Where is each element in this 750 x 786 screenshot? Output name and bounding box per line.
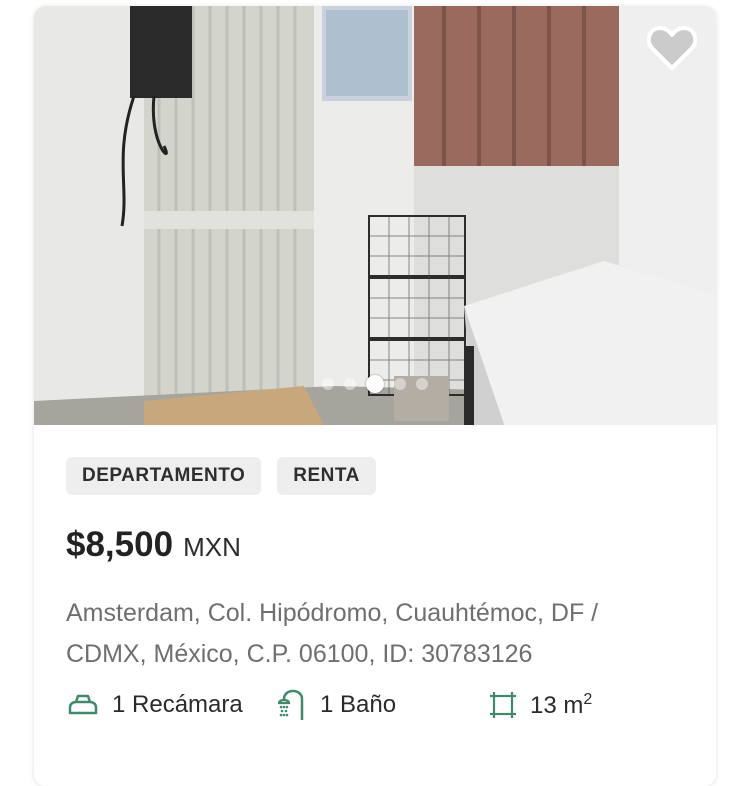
- area-icon: [488, 690, 518, 720]
- shower-icon: [278, 689, 308, 721]
- heart-icon: [646, 26, 698, 70]
- favorite-button[interactable]: [646, 22, 698, 74]
- feature-area-label: 13 m2: [530, 691, 592, 720]
- carousel-dot[interactable]: [322, 378, 334, 390]
- tag-property-type: DEPARTAMENTO: [66, 457, 262, 495]
- carousel-dot[interactable]: [416, 378, 428, 390]
- carousel-dot[interactable]: [366, 375, 384, 393]
- tag-list: DEPARTAMENTO RENTA: [66, 457, 684, 495]
- carousel-dot[interactable]: [344, 378, 356, 390]
- listing-address: Amsterdam, Col. Hipódromo, Cuauhtémoc, D…: [66, 599, 599, 668]
- carousel-dot[interactable]: [394, 378, 406, 390]
- listing-photo[interactable]: [34, 6, 716, 425]
- bed-icon: [66, 693, 100, 717]
- feature-area-exponent: 2: [583, 690, 593, 708]
- carousel-dots: [34, 375, 716, 393]
- room-photo-image: [34, 6, 716, 425]
- price-currency: MXN: [183, 532, 241, 562]
- tag-operation: RENTA: [277, 457, 376, 495]
- listing-card[interactable]: DEPARTAMENTO RENTA $8,500 MXN Amsterdam,…: [34, 6, 716, 786]
- feature-area-value: 13 m: [530, 691, 584, 719]
- price-row: $8,500 MXN: [66, 525, 684, 565]
- price-value: $8,500: [66, 525, 174, 564]
- feature-bedrooms: 1 Recámara: [66, 691, 278, 719]
- feature-bedrooms-label: 1 Recámara: [112, 691, 243, 718]
- feature-list: 1 Recámara 1 Baño 13 m2: [66, 689, 684, 721]
- feature-bathrooms-label: 1 Baño: [320, 691, 397, 718]
- feature-area: 13 m2: [488, 690, 592, 720]
- feature-bathrooms: 1 Baño: [278, 689, 488, 721]
